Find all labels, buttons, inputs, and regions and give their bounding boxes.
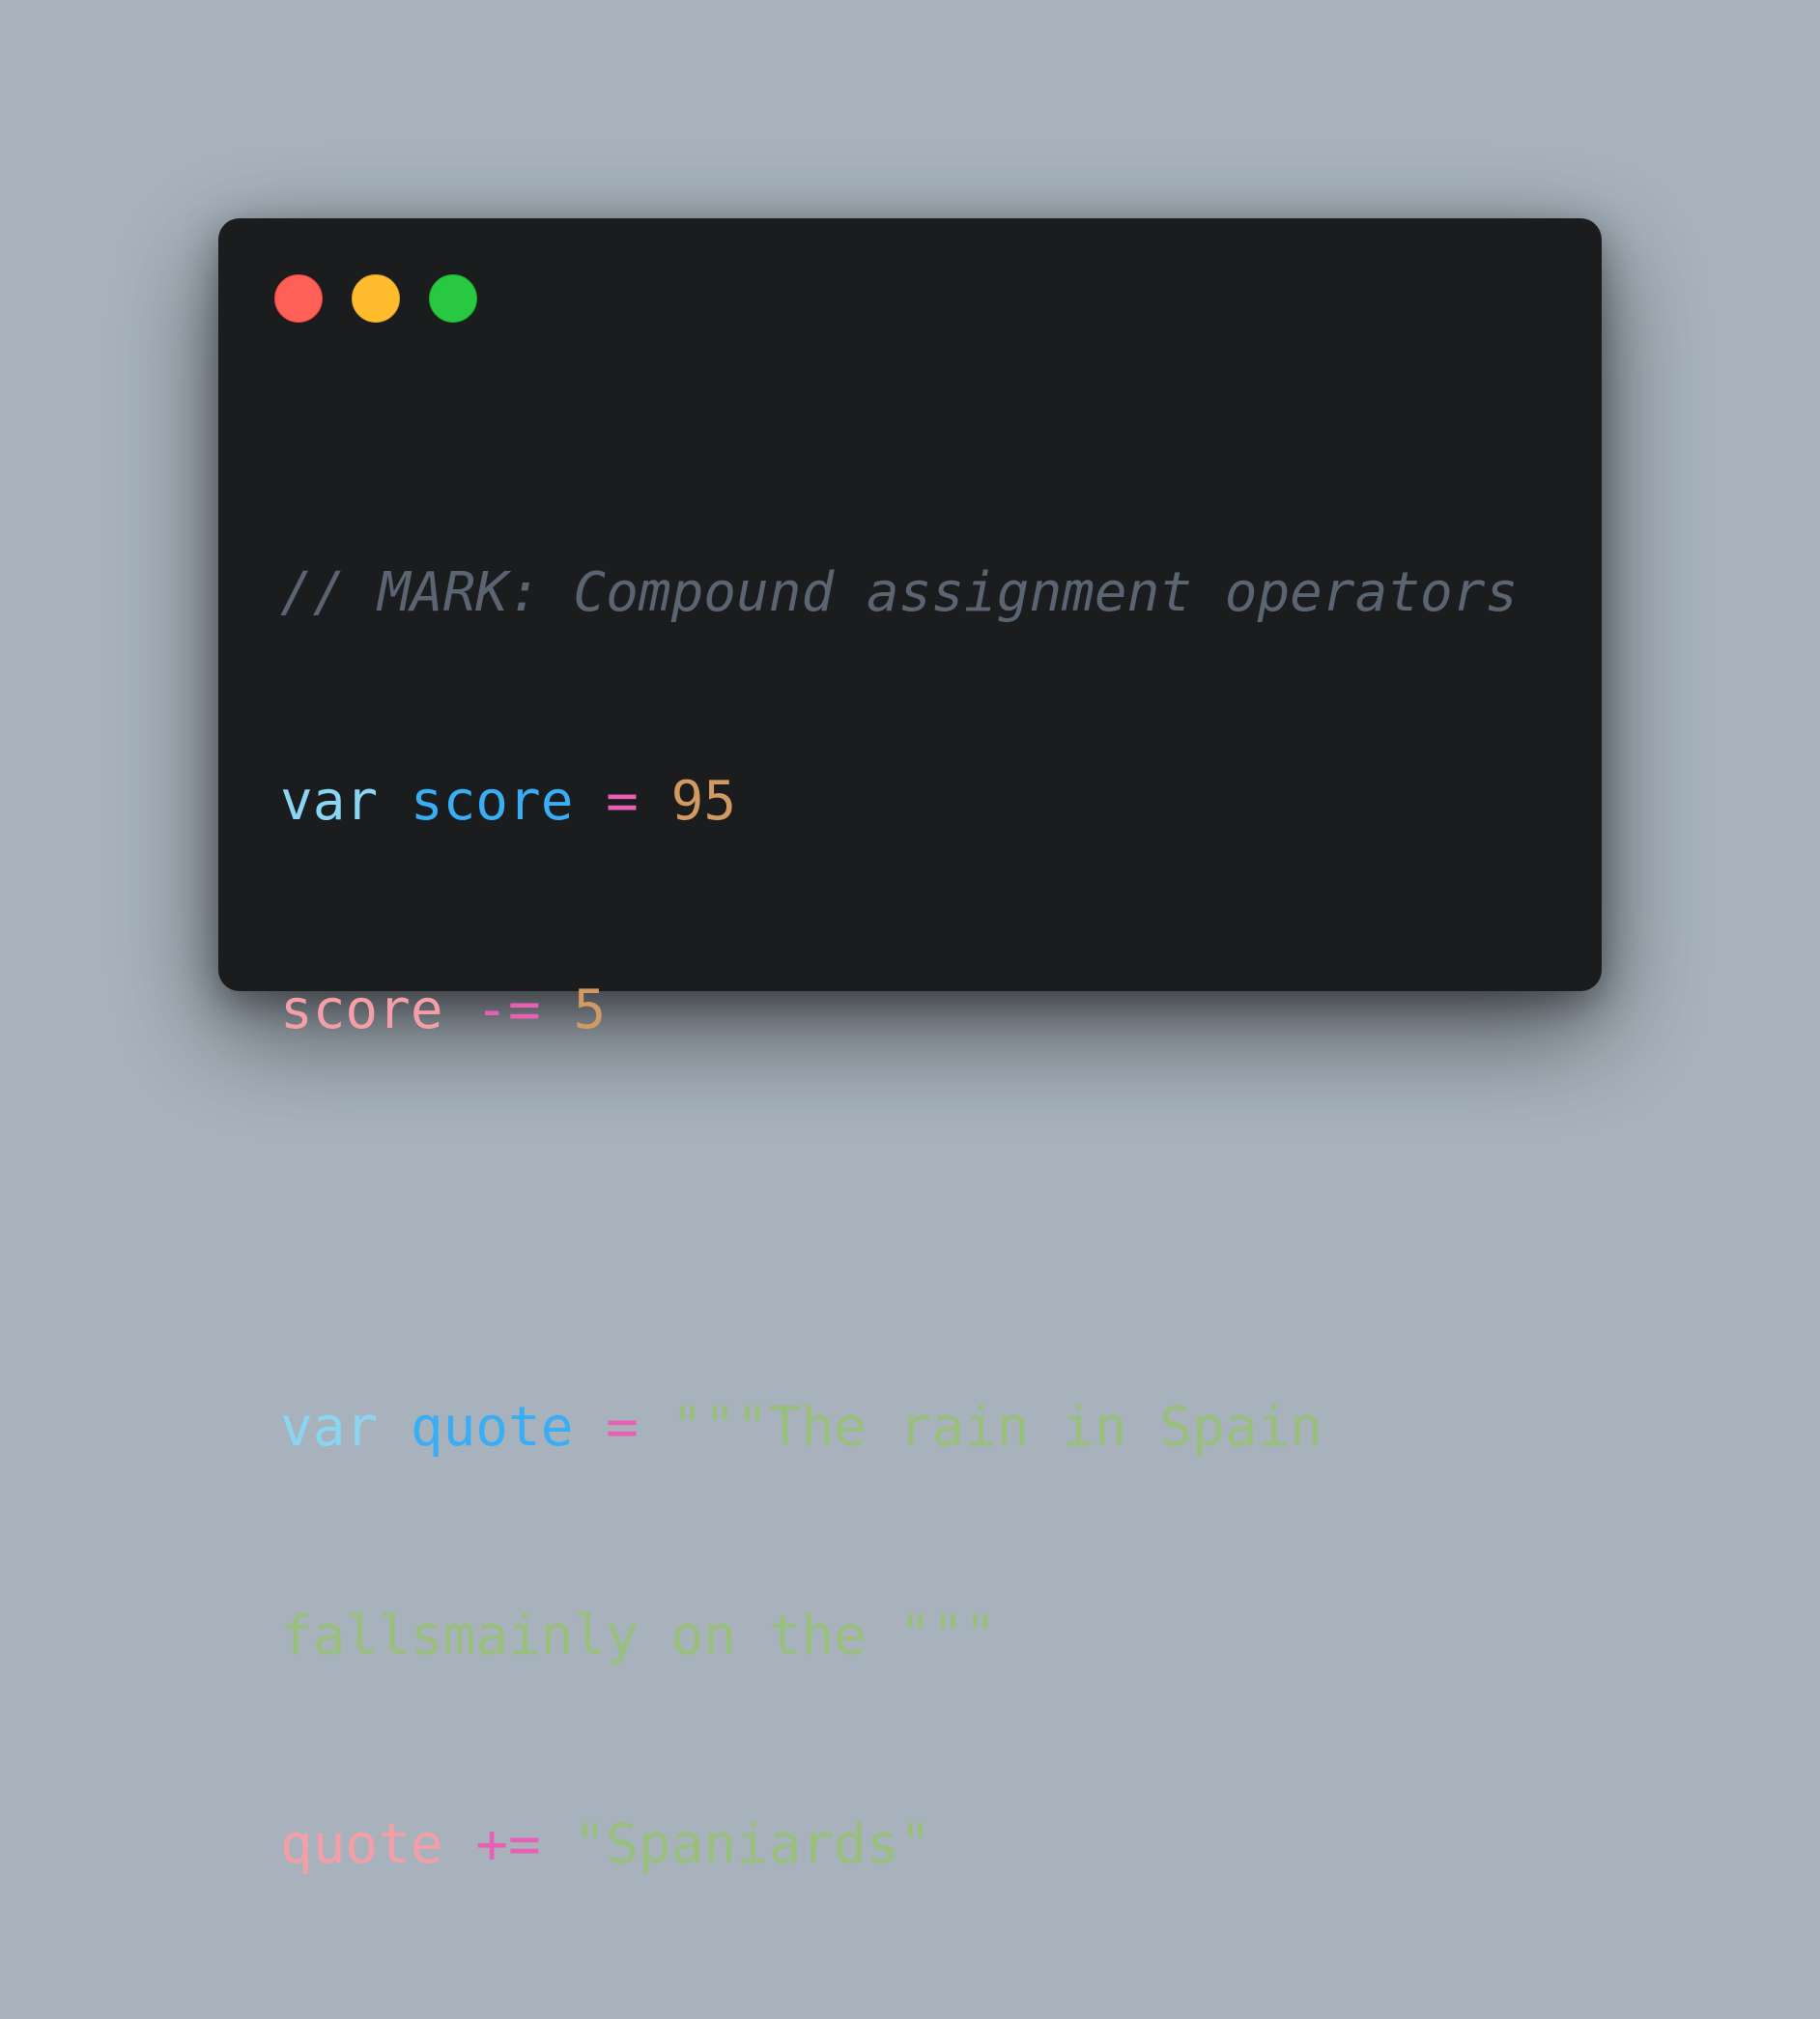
comment-token: // MARK: Compound assignment operators [280,561,1519,624]
string-token: fallsmainly on the """ [280,1605,997,1667]
operator-token: = [606,1396,639,1459]
identifier-token: score [410,770,574,833]
number-token: 5 [573,979,607,1041]
identifier-token: quote [410,1396,574,1459]
window-controls [274,274,477,323]
keyword-token: var [280,770,379,833]
code-line: score -= 5 [280,976,1518,1045]
string-token: "Spaniards" [573,1813,932,1876]
string-token: """The rain in Spain [670,1396,1322,1459]
code-window: // MARK: Compound assignment operators v… [218,218,1602,1876]
close-button[interactable] [274,274,323,323]
variable-token: quote [280,1813,443,1876]
code-line: quote += "Spaniards" [280,1810,1518,1880]
keyword-token: var [280,1396,379,1459]
minimize-button[interactable] [352,274,400,323]
zoom-button[interactable] [429,274,477,323]
code-block[interactable]: // MARK: Compound assignment operators v… [280,419,1518,2019]
code-line: var score = 95 [280,767,1518,837]
code-line: // MARK: Compound assignment operators [280,558,1518,628]
operator-token: = [606,770,639,833]
code-line: var quote = """The rain in Spain [280,1393,1518,1463]
operator-token: -= [475,979,541,1041]
number-token: 95 [670,770,737,833]
operator-token: += [475,1813,541,1876]
code-line: fallsmainly on the """ [280,1602,1518,1671]
variable-token: score [280,979,443,1041]
